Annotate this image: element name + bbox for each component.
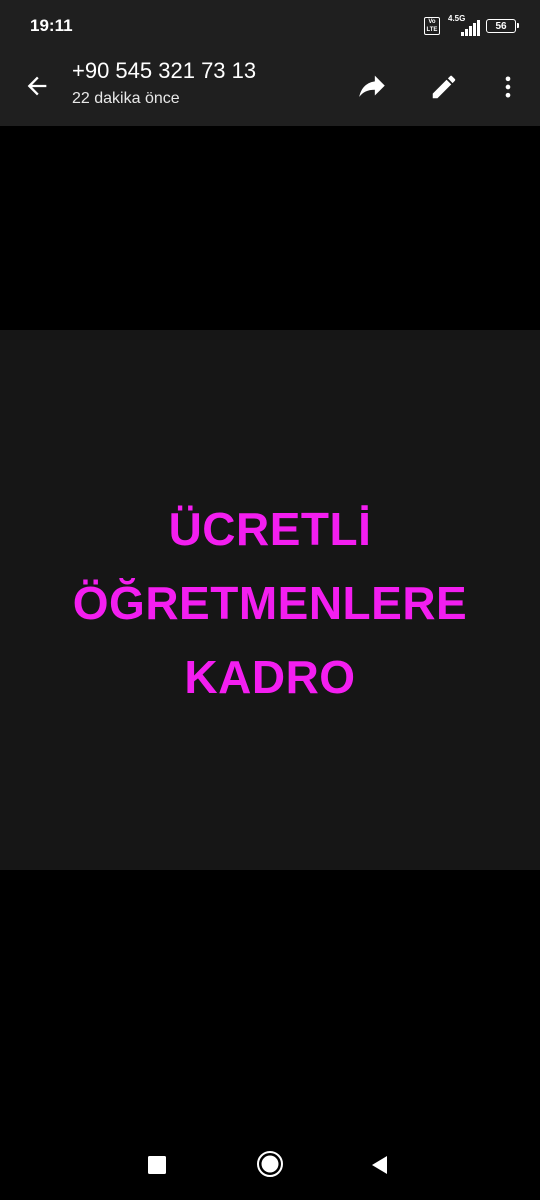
shared-image[interactable]: ÜCRETLİ ÖĞRETMENLERE KADRO [0,330,540,870]
back-arrow-icon [27,76,47,96]
edit-pencil-icon [432,75,456,99]
forward-button[interactable] [350,65,394,109]
home-button[interactable] [252,1146,288,1182]
status-time: 19:11 [30,16,73,35]
forward-icon [359,75,385,97]
more-vert-icon [505,76,511,98]
signal-icon: 4.5G [446,14,480,36]
back-triangle-icon [372,1156,387,1174]
recent-apps-icon [148,1156,166,1174]
timestamp: 22 dakika önce [72,90,180,107]
image-text-line: ÖĞRETMENLERE [72,577,468,629]
home-icon [257,1151,283,1177]
status-icons: Vo LTE 4.5G 56 [424,14,519,38]
battery-level: 56 [495,20,507,32]
image-text: ÜCRETLİ ÖĞRETMENLERE KADRO [0,492,540,714]
media-viewer[interactable]: ÜCRETLİ ÖĞRETMENLERE KADRO [0,126,540,1130]
battery-icon: 56 [486,19,519,33]
recent-apps-button[interactable] [140,1148,174,1182]
system-nav-bar [0,1130,540,1200]
top-app-bar: +90 545 321 73 13 22 dakika önce [0,52,540,126]
back-button[interactable] [16,65,58,107]
image-text-line: KADRO [184,651,356,703]
image-text-line: ÜCRETLİ [168,503,372,555]
status-bar: 19:11 Vo LTE 4.5G 56 [0,0,540,52]
contact-title: +90 545 321 73 13 [72,58,257,83]
nav-back-button[interactable] [362,1148,396,1182]
volte-icon: Vo LTE [424,17,440,35]
signal-bars [461,20,480,36]
more-options-button[interactable] [486,65,530,109]
edit-button[interactable] [422,65,466,109]
